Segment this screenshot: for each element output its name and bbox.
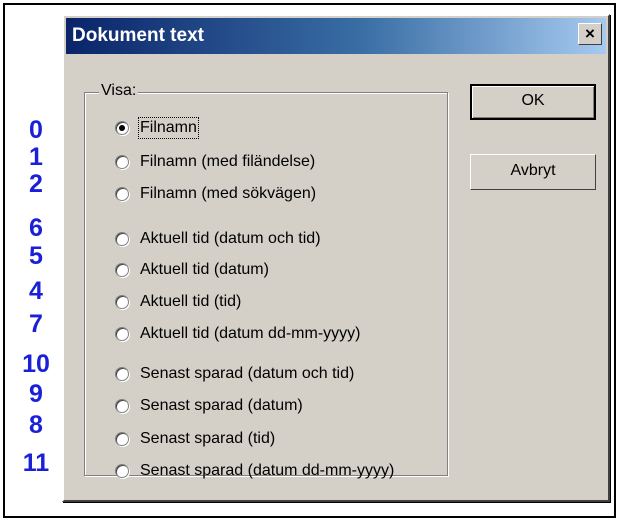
dialog-titlebar[interactable]: Dokument text ×	[66, 18, 606, 54]
radio-option-senast-sparad-datum-och-tid[interactable]: Senast sparad (datum och tid)	[115, 363, 354, 385]
ok-button[interactable]: OK	[470, 84, 596, 120]
radio-button[interactable]	[115, 399, 129, 413]
annotation-number: 2	[29, 170, 43, 198]
radio-option-filnamn-med-sokvagen[interactable]: Filnamn (med sökvägen)	[115, 183, 316, 205]
radio-option-aktuell-tid-datum-dd-mm-yyyy[interactable]: Aktuell tid (datum dd-mm-yyyy)	[115, 323, 361, 345]
radio-label: Senast sparad (tid)	[140, 430, 276, 447]
group-label: Visa:	[99, 82, 139, 100]
radio-option-aktuell-tid-datum[interactable]: Aktuell tid (datum)	[115, 259, 269, 281]
radio-button[interactable]	[115, 367, 129, 381]
radio-option-senast-sparad-datum[interactable]: Senast sparad (datum)	[115, 395, 303, 417]
radio-label: Senast sparad (datum och tid)	[140, 365, 355, 382]
radio-label: Senast sparad (datum dd-mm-yyyy)	[140, 462, 395, 479]
radio-button[interactable]	[115, 121, 129, 135]
annotation-number: 4	[29, 277, 43, 305]
radio-label: Senast sparad (datum)	[140, 397, 303, 414]
radio-option-filnamn[interactable]: Filnamn	[115, 117, 199, 139]
radio-option-senast-sparad-tid[interactable]: Senast sparad (tid)	[115, 428, 275, 450]
radio-option-filnamn-med-filandelse[interactable]: Filnamn (med filändelse)	[115, 151, 315, 173]
annotation-number: 5	[29, 242, 43, 270]
annotation-number: 0	[29, 116, 43, 144]
radio-label: Aktuell tid (datum och tid)	[140, 230, 321, 247]
visa-groupbox: Visa: Filnamn Filnamn (med filändelse) F…	[84, 82, 448, 479]
radio-option-aktuell-tid-tid[interactable]: Aktuell tid (tid)	[115, 291, 241, 313]
radio-button[interactable]	[115, 187, 129, 201]
radio-button[interactable]	[115, 232, 129, 246]
radio-button[interactable]	[115, 327, 129, 341]
annotation-number: 10	[22, 350, 50, 378]
radio-label: Aktuell tid (tid)	[140, 293, 242, 310]
radio-option-aktuell-tid-datum-och-tid[interactable]: Aktuell tid (datum och tid)	[115, 228, 321, 250]
radio-label: Filnamn (med filändelse)	[140, 153, 316, 170]
annotation-number: 6	[29, 214, 43, 242]
annotation-number: 9	[29, 380, 43, 408]
dialog-title: Dokument text	[72, 25, 204, 46]
radio-option-senast-sparad-datum-dd-mm-yyyy[interactable]: Senast sparad (datum dd-mm-yyyy)	[115, 460, 394, 482]
annotation-number: 7	[29, 310, 43, 338]
radio-label: Aktuell tid (datum)	[140, 261, 269, 278]
radio-button[interactable]	[115, 295, 129, 309]
annotation-number: 8	[29, 411, 43, 439]
radio-label: Filnamn (med sökvägen)	[140, 185, 317, 202]
radio-label: Aktuell tid (datum dd-mm-yyyy)	[140, 325, 361, 342]
radio-button[interactable]	[115, 432, 129, 446]
cancel-button[interactable]: Avbryt	[470, 154, 596, 190]
radio-button[interactable]	[115, 155, 129, 169]
radio-button[interactable]	[115, 464, 129, 478]
annotation-number: 11	[22, 449, 50, 477]
dokument-text-dialog: Dokument text × Visa: Filnamn Filnamn (m…	[62, 14, 610, 502]
close-button[interactable]: ×	[578, 23, 602, 45]
annotation-number: 1	[29, 143, 43, 171]
radio-button[interactable]	[115, 263, 129, 277]
radio-label: Filnamn	[138, 117, 199, 139]
close-icon: ×	[585, 24, 595, 43]
